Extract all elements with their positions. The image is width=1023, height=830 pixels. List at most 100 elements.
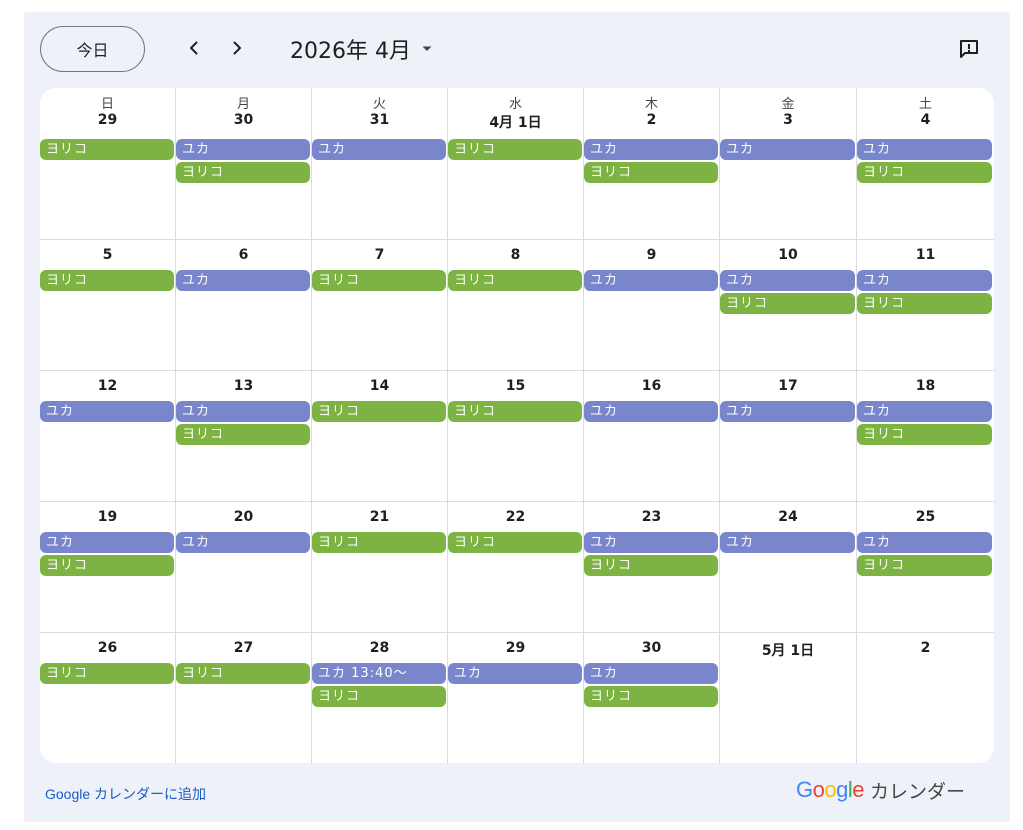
day-cell[interactable]: 水 4月 1日 ヨリコ xyxy=(448,88,584,240)
day-number[interactable]: 28 xyxy=(312,640,447,656)
day-number[interactable]: 10 xyxy=(720,247,856,263)
event-chip[interactable]: ヨリコ xyxy=(40,663,174,684)
event-chip[interactable]: ヨリコ xyxy=(40,139,174,160)
event-chip[interactable]: ユカ xyxy=(857,270,992,291)
day-number[interactable]: 4月 1日 xyxy=(448,112,583,132)
day-cell[interactable]: 9 ユカ xyxy=(584,240,720,371)
event-chip[interactable]: ヨリコ xyxy=(720,293,855,314)
event-chip[interactable]: ユカ xyxy=(312,139,446,160)
event-chip[interactable]: ユカ xyxy=(448,663,582,684)
day-number[interactable]: 29 xyxy=(40,112,175,128)
day-cell[interactable]: 土 4 ユカ ヨリコ xyxy=(857,88,994,240)
event-chip[interactable]: ヨリコ xyxy=(40,270,174,291)
today-button[interactable]: 今日 xyxy=(40,26,145,72)
day-number[interactable]: 24 xyxy=(720,509,856,525)
day-number[interactable]: 19 xyxy=(40,509,175,525)
day-number[interactable]: 4 xyxy=(857,112,994,128)
day-cell[interactable]: 8 ヨリコ xyxy=(448,240,584,371)
day-number[interactable]: 5 xyxy=(40,247,175,263)
day-cell[interactable]: 16 ユカ xyxy=(584,371,720,502)
event-chip[interactable]: ユカ xyxy=(857,401,992,422)
next-month-button[interactable] xyxy=(221,32,253,64)
day-cell[interactable]: 日 29 ヨリコ xyxy=(40,88,176,240)
day-cell[interactable]: 18 ユカ ヨリコ xyxy=(857,371,994,502)
event-chip[interactable]: ヨリコ xyxy=(176,663,310,684)
event-chip[interactable]: ユカ xyxy=(857,139,992,160)
day-number[interactable]: 18 xyxy=(857,378,994,394)
event-chip[interactable]: ヨリコ xyxy=(857,555,992,576)
day-cell[interactable]: 26 ヨリコ xyxy=(40,633,176,763)
event-chip[interactable]: ヨリコ xyxy=(584,555,718,576)
day-cell[interactable]: 15 ヨリコ xyxy=(448,371,584,502)
event-chip[interactable]: ユカ xyxy=(40,532,174,553)
event-chip[interactable]: ヨリコ xyxy=(857,424,992,445)
event-chip[interactable]: ヨリコ xyxy=(312,686,446,707)
event-chip[interactable]: ヨリコ xyxy=(448,532,582,553)
day-number[interactable]: 3 xyxy=(720,112,856,128)
event-chip[interactable]: ユカ xyxy=(584,139,718,160)
day-cell[interactable]: 6 ユカ xyxy=(176,240,312,371)
day-number[interactable]: 30 xyxy=(176,112,311,128)
day-number[interactable]: 27 xyxy=(176,640,311,656)
event-chip[interactable]: ヨリコ xyxy=(448,270,582,291)
event-chip[interactable]: ヨリコ xyxy=(584,686,718,707)
day-cell[interactable]: 19 ユカ ヨリコ xyxy=(40,502,176,633)
feedback-button[interactable] xyxy=(954,34,984,64)
day-number[interactable]: 14 xyxy=(312,378,447,394)
event-chip[interactable]: ユカ xyxy=(176,401,310,422)
day-cell[interactable]: 25 ユカ ヨリコ xyxy=(857,502,994,633)
event-chip[interactable]: ユカ xyxy=(584,532,718,553)
day-number[interactable]: 17 xyxy=(720,378,856,394)
event-chip[interactable]: ユカ xyxy=(720,401,855,422)
event-chip[interactable]: ユカ xyxy=(176,270,310,291)
event-chip[interactable]: ユカ xyxy=(176,532,310,553)
day-cell[interactable]: 13 ユカ ヨリコ xyxy=(176,371,312,502)
day-number[interactable]: 7 xyxy=(312,247,447,263)
previous-month-button[interactable] xyxy=(178,32,210,64)
event-chip[interactable]: ユカ xyxy=(176,139,310,160)
day-number[interactable]: 5月 1日 xyxy=(720,640,856,660)
day-number[interactable]: 8 xyxy=(448,247,583,263)
day-cell[interactable]: 12 ユカ xyxy=(40,371,176,502)
day-cell[interactable]: 23 ユカ ヨリコ xyxy=(584,502,720,633)
day-number[interactable]: 13 xyxy=(176,378,311,394)
day-number[interactable]: 26 xyxy=(40,640,175,656)
day-cell[interactable]: 24 ユカ xyxy=(720,502,857,633)
day-number[interactable]: 23 xyxy=(584,509,719,525)
event-chip[interactable]: ユカ xyxy=(584,663,718,684)
day-number[interactable]: 9 xyxy=(584,247,719,263)
day-cell[interactable]: 29 ユカ xyxy=(448,633,584,763)
day-number[interactable]: 2 xyxy=(857,640,994,656)
day-number[interactable]: 6 xyxy=(176,247,311,263)
day-cell[interactable]: 10 ユカ ヨリコ xyxy=(720,240,857,371)
day-cell[interactable]: 21 ヨリコ xyxy=(312,502,448,633)
day-number[interactable]: 16 xyxy=(584,378,719,394)
event-chip[interactable]: ユカ 13:40～ xyxy=(312,663,446,684)
month-selector[interactable]: 2026年 4月 xyxy=(290,31,433,67)
event-chip[interactable]: ユカ xyxy=(720,270,855,291)
event-chip[interactable]: ヨリコ xyxy=(312,532,446,553)
day-cell[interactable]: 27 ヨリコ xyxy=(176,633,312,763)
day-cell[interactable]: 2 xyxy=(857,633,994,763)
event-chip[interactable]: ヨリコ xyxy=(448,401,582,422)
day-cell[interactable]: 5月 1日 xyxy=(720,633,857,763)
day-cell[interactable]: 30 ユカ ヨリコ xyxy=(584,633,720,763)
event-chip[interactable]: ヨリコ xyxy=(857,162,992,183)
day-number[interactable]: 30 xyxy=(584,640,719,656)
event-chip[interactable]: ユカ xyxy=(720,139,855,160)
event-chip[interactable]: ヨリコ xyxy=(312,270,446,291)
event-chip[interactable]: ヨリコ xyxy=(312,401,446,422)
day-cell[interactable]: 28 ユカ 13:40～ ヨリコ xyxy=(312,633,448,763)
event-chip[interactable]: ヨリコ xyxy=(448,139,582,160)
event-chip[interactable]: ヨリコ xyxy=(176,424,310,445)
event-chip[interactable]: ヨリコ xyxy=(584,162,718,183)
event-chip[interactable]: ヨリコ xyxy=(40,555,174,576)
event-chip[interactable]: ユカ xyxy=(40,401,174,422)
day-cell[interactable]: 20 ユカ xyxy=(176,502,312,633)
day-number[interactable]: 31 xyxy=(312,112,447,128)
event-chip[interactable]: ユカ xyxy=(584,270,718,291)
day-number[interactable]: 2 xyxy=(584,112,719,128)
day-cell[interactable]: 11 ユカ ヨリコ xyxy=(857,240,994,371)
event-chip[interactable]: ユカ xyxy=(857,532,992,553)
add-to-google-calendar-link[interactable]: Google カレンダーに追加 xyxy=(45,784,206,804)
